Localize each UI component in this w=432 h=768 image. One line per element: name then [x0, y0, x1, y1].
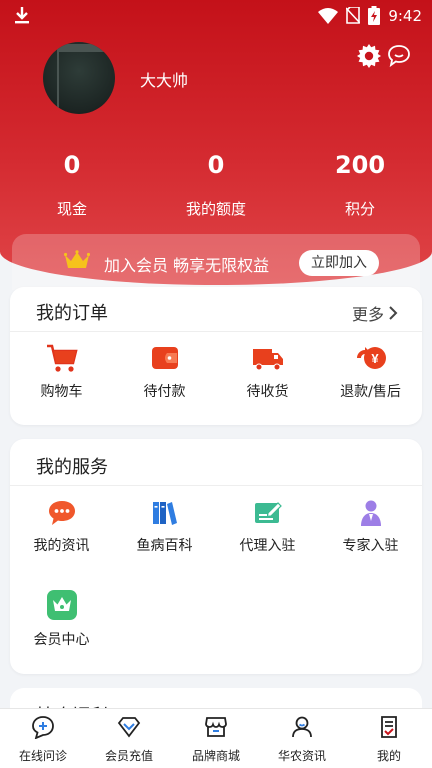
store-icon [205, 717, 227, 737]
wallet-icon [151, 347, 178, 369]
order-item-cart-label: 购物车 [40, 384, 83, 400]
tab-brand-store[interactable]: 品牌商城 [173, 715, 259, 764]
service-item-agent-join[interactable]: 代理入驻 [216, 499, 319, 555]
service-item-agent-join-label: 代理入驻 [239, 538, 296, 554]
orders-more-link[interactable]: 更多 [352, 301, 398, 325]
svg-text:¥: ¥ [371, 351, 379, 366]
agent-card-icon [254, 502, 282, 523]
order-item-to-receive-label: 待收货 [246, 384, 289, 400]
news-person-icon [292, 716, 312, 738]
stat-cash[interactable]: 0 现金 [2, 150, 142, 219]
status-bar: 9:42 [0, 0, 432, 32]
chat-bubble-icon[interactable] [387, 44, 411, 68]
download-icon [15, 7, 29, 24]
stat-cash-label: 现金 [56, 200, 87, 218]
orders-title: 我的订单 [36, 303, 108, 324]
stat-cash-value: 0 [63, 151, 81, 179]
services-divider [10, 485, 422, 486]
books-icon [152, 502, 177, 525]
stat-quota-label: 我的额度 [185, 200, 246, 218]
order-item-unpaid-label: 待付款 [143, 384, 186, 400]
tab-brand-store-label: 品牌商城 [191, 749, 240, 763]
service-item-my-news[interactable]: 我的资讯 [10, 499, 113, 555]
order-item-to-receive[interactable]: 待收货 [216, 343, 319, 401]
stat-points-label: 积分 [344, 200, 375, 218]
tab-mine[interactable]: 我的 [346, 715, 432, 764]
profile-doc-icon [381, 716, 397, 738]
shopping-cart-icon [46, 344, 78, 372]
crown-icon [64, 250, 90, 268]
member-crown-icon [46, 590, 77, 620]
expert-icon [360, 500, 381, 526]
order-item-refund[interactable]: ¥ 退款/售后 [319, 343, 422, 401]
service-item-expert-join[interactable]: 专家入驻 [319, 499, 422, 555]
status-time: 9:42 [388, 6, 422, 25]
service-item-expert-join-label: 专家入驻 [342, 538, 399, 554]
message-icon [48, 501, 75, 525]
chevron-right-icon [389, 306, 398, 320]
services-card: 我的服务 我的资讯 鱼病百科 代理入驻 专家入驻 会员中心 [10, 439, 422, 674]
stat-points-value: 200 [334, 151, 386, 179]
delivery-truck-icon [252, 349, 283, 371]
membership-text: 加入会员 畅享无限权益 [104, 256, 270, 275]
bottom-tab-bar: 在线问诊 会员充值 品牌商城 华农资讯 我的 [0, 708, 432, 768]
service-item-fish-disease-label: 鱼病百科 [136, 538, 193, 554]
wifi-icon [318, 7, 339, 24]
orders-card: 我的订单 更多 购物车 待付款 待收货 ¥ 退款/售后 [10, 287, 422, 425]
tab-news[interactable]: 华农资讯 [259, 715, 345, 764]
tab-member-recharge[interactable]: 会员充值 [86, 715, 172, 764]
stat-points[interactable]: 200 积分 [290, 150, 430, 219]
order-item-unpaid[interactable]: 待付款 [113, 343, 216, 401]
avatar[interactable] [43, 42, 115, 114]
tab-online-consult-label: 在线问诊 [18, 749, 67, 763]
membership-banner[interactable]: 加入会员 畅享无限权益 立即加入 [12, 234, 420, 290]
battery-charging-icon [368, 6, 381, 25]
service-item-member-center[interactable]: 会员中心 [10, 589, 113, 649]
order-item-refund-label: 退款/售后 [340, 384, 401, 400]
gear-icon[interactable] [357, 44, 381, 68]
recharge-icon [117, 717, 141, 738]
order-item-cart[interactable]: 购物车 [10, 343, 113, 401]
orders-more-label: 更多 [351, 305, 384, 324]
service-item-member-center-label: 会员中心 [33, 632, 90, 648]
refund-icon: ¥ [356, 347, 386, 369]
services-title: 我的服务 [36, 457, 108, 478]
orders-divider [10, 331, 422, 332]
no-sim-icon [346, 7, 361, 24]
username[interactable]: 大大帅 [140, 67, 188, 91]
stat-quota[interactable]: 0 我的额度 [146, 150, 286, 219]
consult-icon [32, 716, 54, 740]
tab-news-label: 华农资讯 [277, 749, 326, 763]
tab-member-recharge-label: 会员充值 [104, 749, 153, 763]
service-item-fish-disease[interactable]: 鱼病百科 [113, 499, 216, 555]
stat-quota-value: 0 [207, 151, 225, 179]
tab-mine-label: 我的 [376, 749, 401, 763]
join-membership-button[interactable]: 立即加入 [299, 250, 379, 276]
service-item-my-news-label: 我的资讯 [33, 538, 90, 554]
tab-online-consult[interactable]: 在线问诊 [0, 715, 86, 764]
